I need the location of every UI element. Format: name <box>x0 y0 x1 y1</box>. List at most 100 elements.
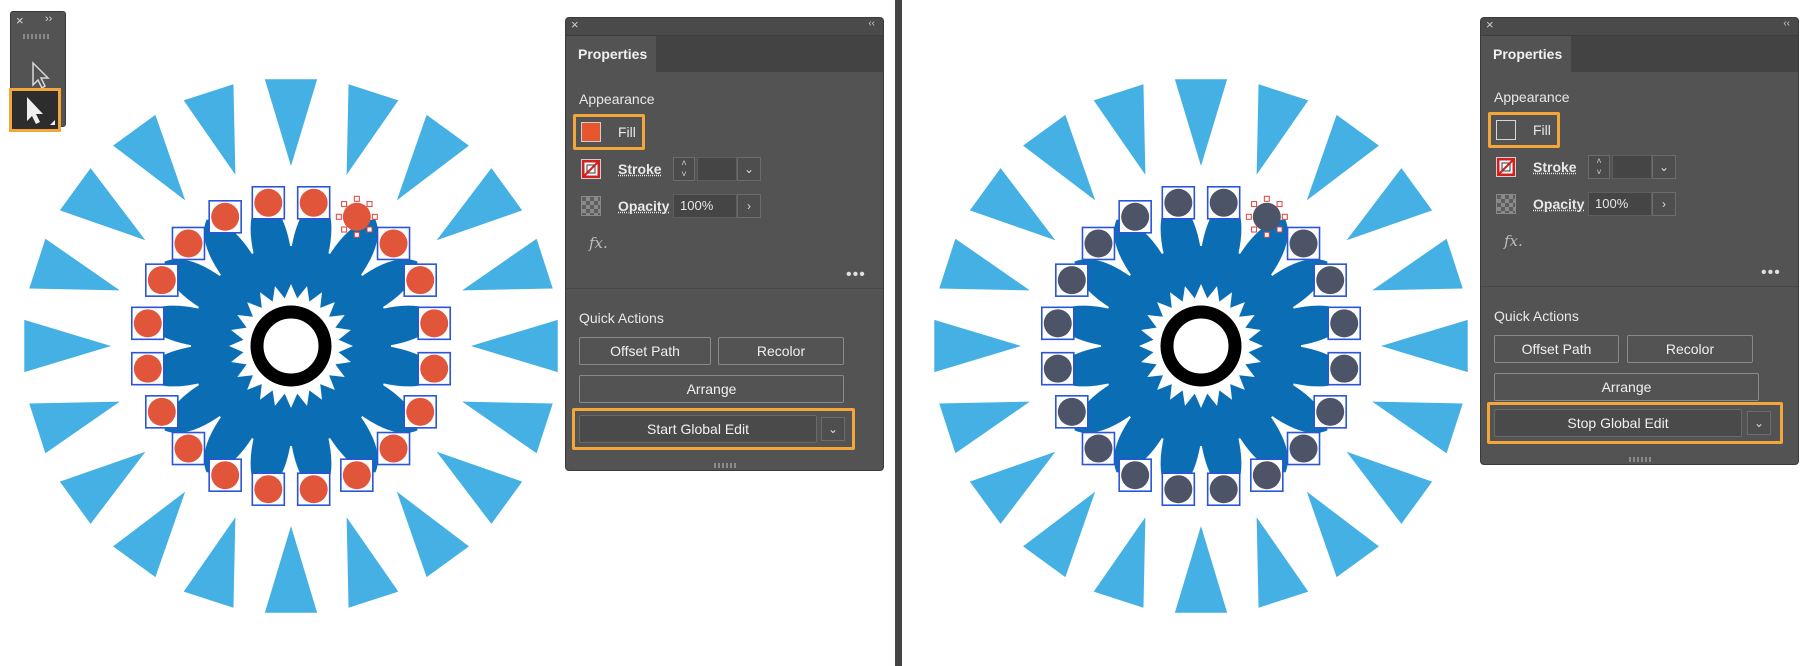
dot <box>174 229 203 258</box>
close-icon[interactable]: × <box>1486 17 1494 32</box>
chevron-down-icon[interactable]: ⌄ <box>821 417 845 441</box>
chevron-down-icon[interactable]: ⌄ <box>1652 155 1676 179</box>
fill-swatch[interactable] <box>1496 120 1516 140</box>
anchor-handle <box>1263 231 1270 238</box>
more-options-icon[interactable]: ••• <box>846 266 866 284</box>
ray <box>264 79 318 166</box>
stroke-weight-field[interactable] <box>1612 155 1652 179</box>
ray <box>1381 319 1468 373</box>
ray <box>969 451 1056 524</box>
ray <box>436 168 523 241</box>
recolor-button[interactable]: Recolor <box>718 337 844 365</box>
fill-label[interactable]: Fill <box>618 124 636 140</box>
dot <box>211 461 240 490</box>
ray <box>264 526 318 613</box>
artwork-left[interactable] <box>0 0 560 666</box>
dot <box>1043 309 1072 338</box>
anchor-handle <box>341 201 348 208</box>
ray <box>1093 517 1146 608</box>
fx-icon[interactable]: fx. <box>1504 232 1523 250</box>
stroke-stepper[interactable]: ˄ ˅ <box>1588 155 1610 179</box>
collapse-icon[interactable]: ‹‹ <box>1783 18 1790 29</box>
dot <box>174 434 203 463</box>
quick-actions-heading: Quick Actions <box>579 310 664 326</box>
collapse-icon[interactable]: ›› <box>45 13 52 25</box>
anchor-handle <box>1245 213 1252 220</box>
anchor-handle <box>1276 201 1283 208</box>
separator <box>566 288 883 289</box>
collapse-icon[interactable]: ‹‹ <box>868 18 875 29</box>
anchor-handle <box>366 201 373 208</box>
stroke-stepper[interactable]: ˄ ˅ <box>673 157 695 181</box>
dot <box>1209 188 1238 217</box>
resize-grip-icon[interactable] <box>714 463 736 468</box>
dot <box>1043 354 1072 383</box>
artwork-right[interactable] <box>910 0 1470 666</box>
anchor-handle <box>1276 226 1283 233</box>
opacity-checker-icon <box>581 196 601 216</box>
chevron-right-icon[interactable]: › <box>737 194 761 218</box>
arrange-button[interactable]: Arrange <box>1494 373 1759 401</box>
dot <box>1289 229 1318 258</box>
properties-panel-right: × ‹‹ Properties Appearance Fill Stroke ˄… <box>1480 17 1799 465</box>
stroke-swatch-icon[interactable] <box>581 159 601 179</box>
panel-topbar: × ‹‹ <box>566 17 883 36</box>
grip-icon[interactable] <box>23 34 51 39</box>
ray <box>1093 84 1146 175</box>
chevron-down-icon[interactable]: ⌄ <box>1747 411 1771 435</box>
opacity-label[interactable]: Opacity <box>1533 196 1584 212</box>
stroke-swatch-icon[interactable] <box>1496 157 1516 177</box>
dot <box>342 461 371 490</box>
close-icon[interactable]: × <box>16 13 24 28</box>
dot <box>299 475 328 504</box>
offset-path-button[interactable]: Offset Path <box>579 337 711 365</box>
dot <box>1164 475 1193 504</box>
fill-swatch[interactable] <box>581 122 601 142</box>
anchor-handle <box>366 226 373 233</box>
start-global-edit-button[interactable]: Start Global Edit <box>579 415 817 443</box>
dot <box>1289 434 1318 463</box>
arrange-button[interactable]: Arrange <box>579 375 844 403</box>
ray <box>183 517 236 608</box>
ray <box>396 114 469 201</box>
dot <box>406 266 435 295</box>
anchor-handle <box>1281 213 1288 220</box>
tab-properties[interactable]: Properties <box>566 36 656 72</box>
ray <box>24 319 112 373</box>
opacity-label[interactable]: Opacity <box>618 198 669 214</box>
dot <box>299 188 328 217</box>
opacity-field[interactable]: 100% <box>1588 192 1652 216</box>
ray <box>462 238 553 291</box>
dot <box>1164 188 1193 217</box>
dot <box>1084 229 1113 258</box>
ray <box>346 84 399 175</box>
tab-bar: Properties <box>1481 36 1798 72</box>
more-options-icon[interactable]: ••• <box>1761 264 1781 282</box>
ray <box>1256 517 1309 608</box>
fx-icon[interactable]: fx. <box>589 234 608 252</box>
stroke-label[interactable]: Stroke <box>1533 159 1577 175</box>
stroke-weight-field[interactable] <box>697 157 737 181</box>
ray <box>1256 84 1309 175</box>
resize-grip-icon[interactable] <box>1629 457 1651 462</box>
fill-label[interactable]: Fill <box>1533 122 1551 138</box>
tab-properties[interactable]: Properties <box>1481 36 1571 72</box>
chevron-down-icon[interactable]: ⌄ <box>737 157 761 181</box>
selection-tool[interactable] <box>9 88 61 132</box>
recolor-button[interactable]: Recolor <box>1627 335 1753 363</box>
dot <box>211 202 240 231</box>
close-icon[interactable]: × <box>571 17 579 32</box>
dot <box>1121 461 1150 490</box>
stroke-label[interactable]: Stroke <box>618 161 662 177</box>
ray <box>1023 491 1096 578</box>
anchor-handle <box>335 213 342 220</box>
ray <box>1372 238 1463 291</box>
opacity-field[interactable]: 100% <box>673 194 737 218</box>
dot <box>1316 266 1345 295</box>
chevron-right-icon[interactable]: › <box>1652 192 1676 216</box>
divider <box>895 0 902 666</box>
properties-panel-left: × ‹‹ Properties Appearance Fill Stroke ˄… <box>565 17 884 471</box>
stop-global-edit-button[interactable]: Stop Global Edit <box>1494 409 1742 437</box>
offset-path-button[interactable]: Offset Path <box>1494 335 1619 363</box>
ray <box>29 401 120 454</box>
